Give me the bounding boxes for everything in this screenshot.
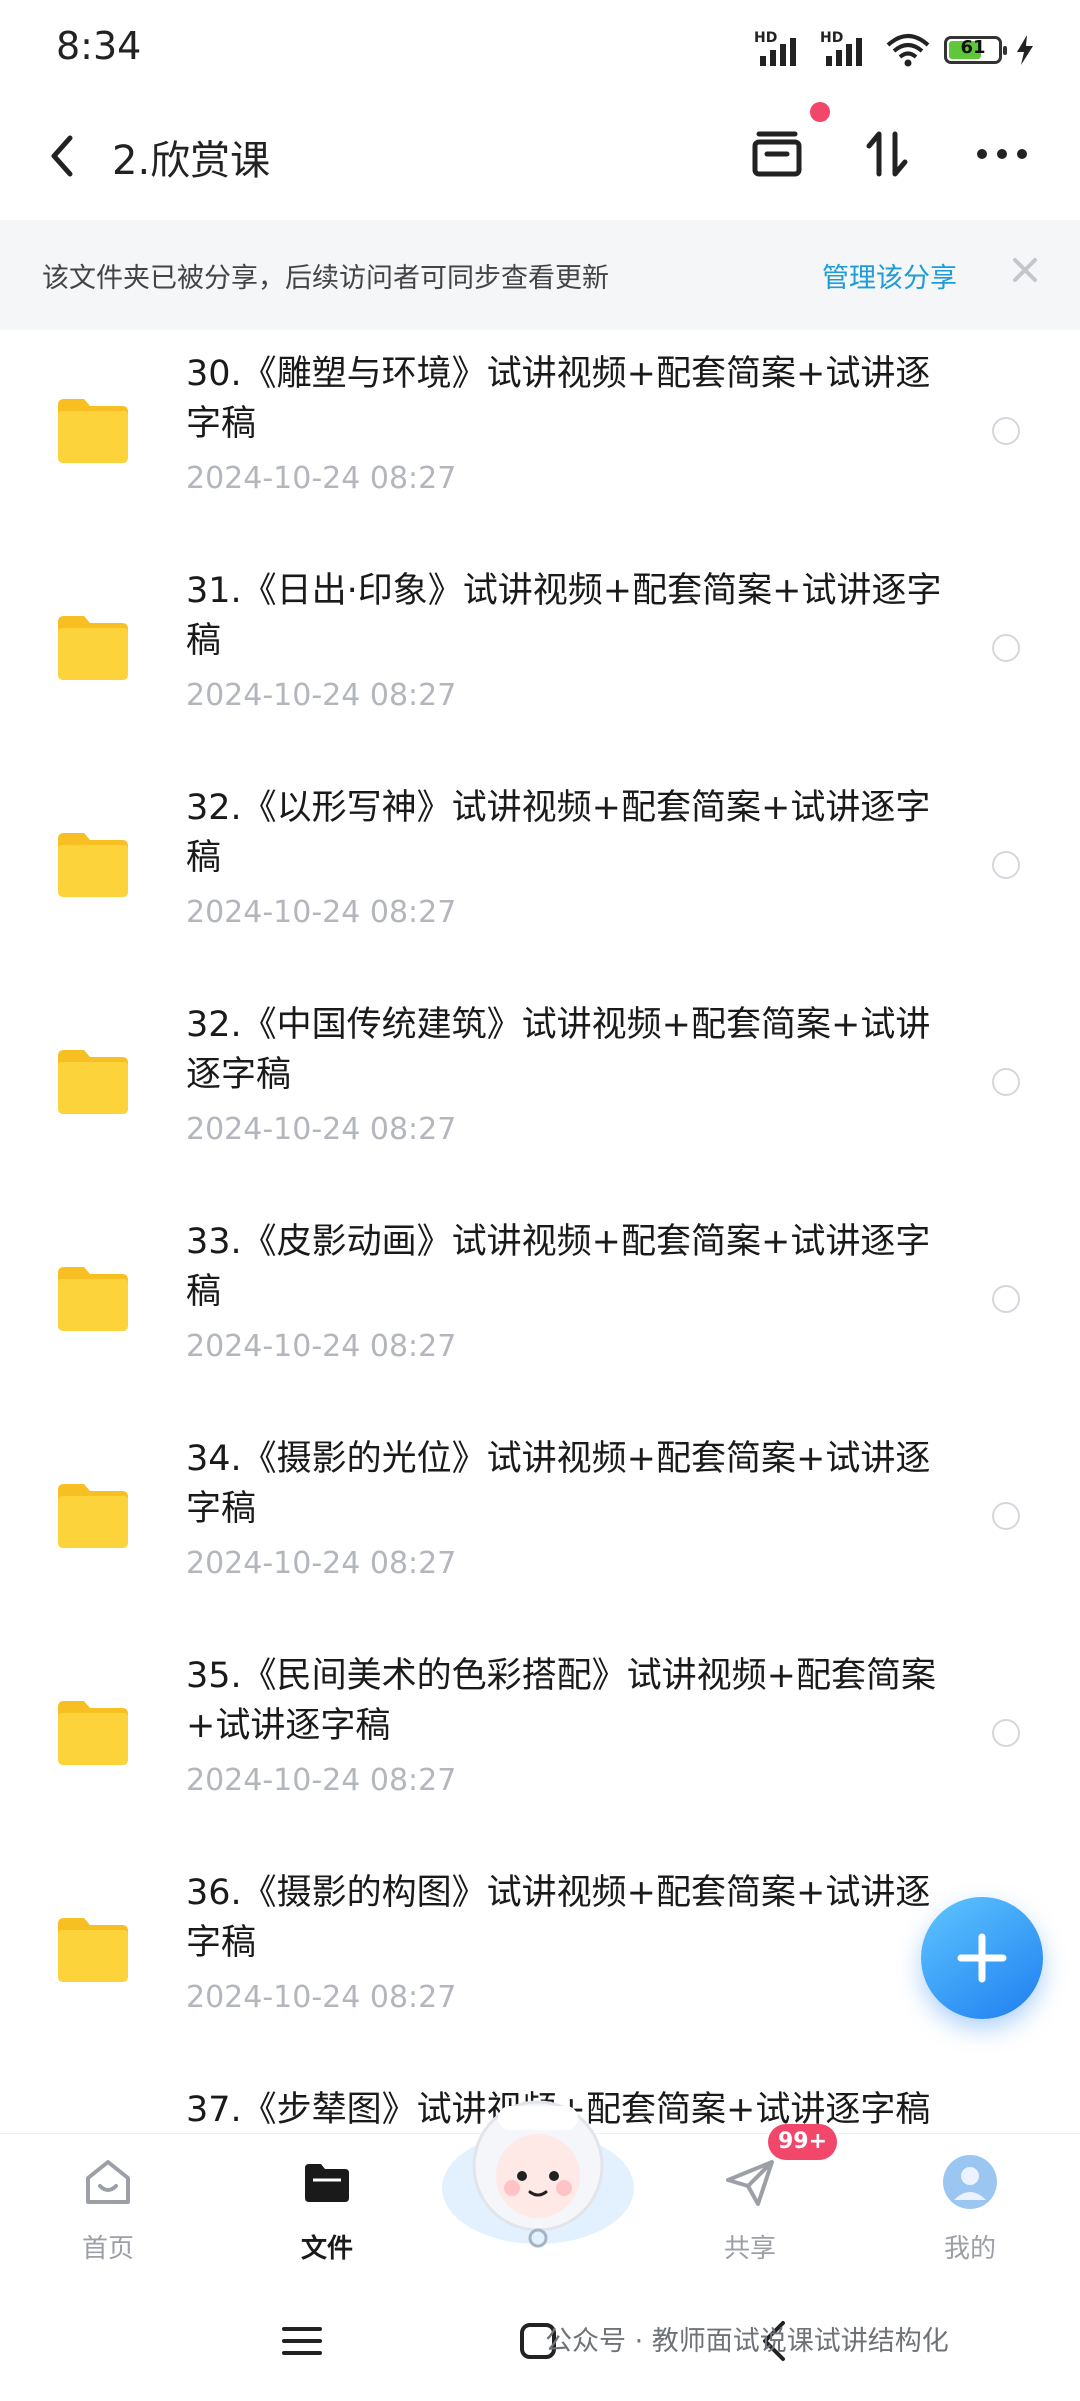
file-name: 33.《皮影动画》试讲视频+配套简案+试讲逐字稿 bbox=[186, 1222, 931, 1312]
folder-icon bbox=[58, 1701, 128, 1765]
wifi-icon bbox=[886, 34, 930, 67]
list-item[interactable]: 32.《以形写神》试讲视频+配套简案+试讲逐字稿 2024-10-24 08:27 bbox=[0, 769, 1080, 986]
battery-icon: 61 bbox=[944, 36, 1007, 64]
folder-icon bbox=[58, 1267, 128, 1331]
folder-icon bbox=[305, 2164, 349, 2202]
folder-icon bbox=[58, 399, 128, 463]
tab-me[interactable]: 我的 bbox=[905, 2144, 1035, 2274]
status-time: 8:34 bbox=[56, 24, 142, 68]
file-name: 34.《摄影的光位》试讲视频+配套简案+试讲逐字稿 bbox=[186, 1439, 931, 1529]
select-radio[interactable] bbox=[992, 634, 1020, 662]
select-radio[interactable] bbox=[992, 851, 1020, 879]
file-date: 2024-10-24 08:27 bbox=[186, 1763, 457, 1798]
share-banner-message: 该文件夹已被分享，后续访问者可同步查看更新 bbox=[42, 263, 609, 294]
list-item[interactable]: 33.《皮影动画》试讲视频+配套简案+试讲逐字稿 2024-10-24 08:27 bbox=[0, 1203, 1080, 1420]
file-name: 35.《民间美术的色彩搭配》试讲视频+配套简案+试讲逐字稿 bbox=[186, 1656, 936, 1746]
folder-icon bbox=[58, 1050, 128, 1114]
list-item[interactable]: 34.《摄影的光位》试讲视频+配套简案+试讲逐字稿 2024-10-24 08:2… bbox=[0, 1420, 1080, 1637]
page-title: 2.欣赏课 bbox=[112, 138, 271, 184]
file-name: 31.《日出·印象》试讲视频+配套简案+试讲逐字稿 bbox=[186, 571, 942, 661]
select-radio[interactable] bbox=[992, 1502, 1020, 1530]
watermark-text: 公众号 · 教师面试说课试讲结构化 bbox=[545, 2326, 949, 2357]
tab-home-label: 首页 bbox=[81, 2234, 134, 2264]
list-item[interactable]: 35.《民间美术的色彩搭配》试讲视频+配套简案+试讲逐字稿 2024-10-24 … bbox=[0, 1637, 1080, 1854]
file-date: 2024-10-24 08:27 bbox=[186, 1112, 457, 1147]
signal-icon: HD bbox=[754, 30, 806, 70]
assistant-mascot[interactable] bbox=[438, 2080, 638, 2260]
folder-icon bbox=[58, 616, 128, 680]
transfer-box-icon[interactable] bbox=[745, 122, 809, 186]
file-list: 30.《雕塑与环境》试讲视频+配套简案+试讲逐字稿 2024-10-24 08:2… bbox=[0, 335, 1080, 2288]
file-date: 2024-10-24 08:27 bbox=[186, 1329, 457, 1364]
close-icon[interactable] bbox=[1005, 250, 1045, 290]
file-name: 30.《雕塑与环境》试讲视频+配套简案+试讲逐字稿 bbox=[186, 354, 931, 444]
list-item[interactable]: 36.《摄影的构图》试讲视频+配套简案+试讲逐字稿 2024-10-24 08:2… bbox=[0, 1854, 1080, 2071]
select-radio[interactable] bbox=[992, 417, 1020, 445]
home-icon bbox=[86, 2160, 130, 2204]
share-banner: 该文件夹已被分享，后续访问者可同步查看更新 管理该分享 bbox=[0, 220, 1080, 330]
list-item[interactable]: 32.《中国传统建筑》试讲视频+配套简案+试讲逐字稿 2024-10-24 08:… bbox=[0, 986, 1080, 1203]
tab-share-label: 共享 bbox=[723, 2234, 776, 2264]
share-count-badge: 99+ bbox=[768, 2124, 838, 2160]
sort-icon[interactable] bbox=[855, 122, 919, 186]
list-item[interactable]: 30.《雕塑与环境》试讲视频+配套简案+试讲逐字稿 2024-10-24 08:2… bbox=[0, 335, 1080, 552]
status-icons: HD HD 61 bbox=[754, 30, 1034, 70]
select-radio[interactable] bbox=[992, 1285, 1020, 1313]
tab-home[interactable]: 首页 bbox=[43, 2144, 173, 2274]
file-name: 36.《摄影的构图》试讲视频+配套简案+试讲逐字稿 bbox=[186, 1873, 931, 1963]
charging-icon bbox=[1017, 35, 1033, 65]
tab-files[interactable]: 文件 bbox=[262, 2144, 392, 2274]
tab-me-label: 我的 bbox=[943, 2234, 996, 2264]
avatar bbox=[943, 2155, 997, 2209]
select-radio[interactable] bbox=[992, 1719, 1020, 1747]
back-icon[interactable] bbox=[40, 126, 84, 186]
file-date: 2024-10-24 08:27 bbox=[186, 461, 457, 496]
notification-dot bbox=[810, 102, 830, 122]
system-navigation-bar: 公众号 · 教师面试说课试讲结构化 bbox=[0, 2281, 1080, 2401]
manage-share-link[interactable]: 管理该分享 bbox=[822, 256, 957, 295]
select-radio[interactable] bbox=[992, 1068, 1020, 1096]
signal-icon-2: HD bbox=[820, 30, 872, 70]
add-button[interactable] bbox=[921, 1897, 1043, 2019]
file-date: 2024-10-24 08:27 bbox=[186, 1546, 457, 1581]
menu-icon[interactable] bbox=[272, 2311, 332, 2371]
tab-share[interactable]: 共享 bbox=[685, 2144, 815, 2274]
plus-icon bbox=[957, 1933, 1007, 1983]
file-date: 2024-10-24 08:27 bbox=[186, 1980, 457, 2015]
list-item[interactable]: 31.《日出·印象》试讲视频+配套简案+试讲逐字稿 2024-10-24 08:2… bbox=[0, 552, 1080, 769]
file-name: 32.《中国传统建筑》试讲视频+配套简案+试讲逐字稿 bbox=[186, 1005, 931, 1095]
tab-files-label: 文件 bbox=[300, 2234, 353, 2264]
folder-icon bbox=[58, 1918, 128, 1982]
file-date: 2024-10-24 08:27 bbox=[186, 678, 457, 713]
file-name: 32.《以形写神》试讲视频+配套简案+试讲逐字稿 bbox=[186, 788, 931, 878]
file-date: 2024-10-24 08:27 bbox=[186, 895, 457, 930]
folder-icon bbox=[58, 1484, 128, 1548]
top-navigation: 2.欣赏课 bbox=[0, 100, 1080, 215]
send-icon bbox=[726, 2160, 774, 2206]
status-bar: 8:34 HD HD 61 bbox=[0, 0, 1080, 100]
more-icon[interactable] bbox=[970, 122, 1034, 186]
folder-icon bbox=[58, 833, 128, 897]
